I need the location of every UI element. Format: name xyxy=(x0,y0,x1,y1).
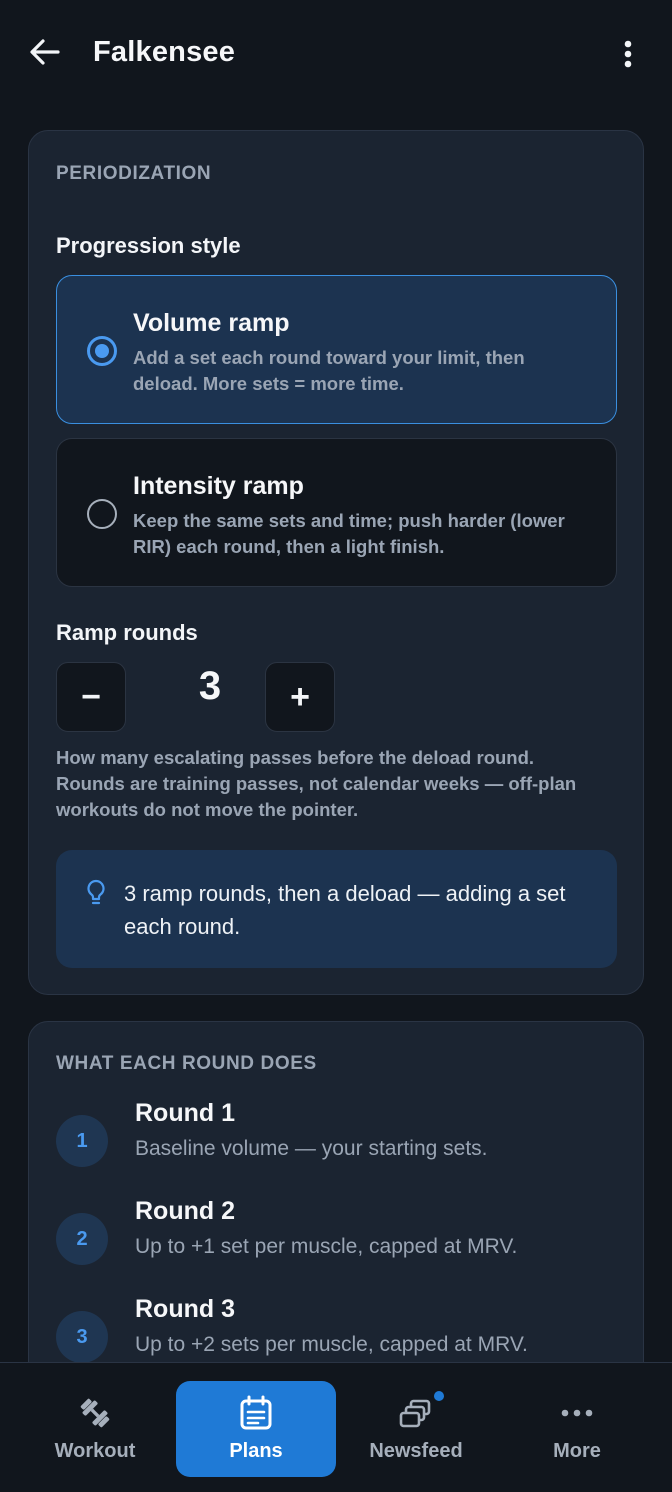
more-vertical-icon xyxy=(624,40,632,68)
nav-item-plans[interactable]: Plans xyxy=(176,1381,336,1477)
nav-item-more[interactable]: More xyxy=(497,1381,657,1477)
round-description: Up to +2 sets per muscle, capped at MRV. xyxy=(135,1333,528,1356)
nav-label: Newsfeed xyxy=(369,1440,463,1462)
round-title: Round 2 xyxy=(135,1197,235,1225)
page-title: Falkensee xyxy=(93,36,236,68)
notification-badge xyxy=(432,1389,446,1403)
decrement-button[interactable]: − xyxy=(56,662,126,732)
increment-button[interactable]: + xyxy=(265,662,335,732)
round-number-badge: 1 xyxy=(56,1115,108,1167)
ramp-rounds-help-text: How many escalating passes before the de… xyxy=(56,747,577,820)
round-title: Round 3 xyxy=(135,1295,235,1323)
app-header: Falkensee xyxy=(0,0,672,106)
round-item: 2 Round 2 Up to +1 set per muscle, cappe… xyxy=(56,1197,616,1303)
nav-label: Workout xyxy=(54,1440,136,1462)
layers-icon xyxy=(399,1399,431,1428)
option-intensity-ramp[interactable]: Intensity ramp Keep the same sets and ti… xyxy=(56,438,617,587)
option-description: Add a set each round toward your limit, … xyxy=(133,347,525,394)
periodization-card: PERIODIZATION Progression style Volume r… xyxy=(28,130,644,995)
option-title: Intensity ramp xyxy=(133,472,304,500)
nav-label: Plans xyxy=(229,1440,283,1462)
option-description: Keep the same sets and time; push harder… xyxy=(133,510,565,557)
round-number-badge: 2 xyxy=(56,1213,108,1265)
overflow-menu-button[interactable] xyxy=(610,34,646,74)
ramp-rounds-label: Ramp rounds xyxy=(56,620,198,645)
lightbulb-icon xyxy=(87,879,105,905)
section-label-periodization: PERIODIZATION xyxy=(56,163,212,184)
round-number-badge: 3 xyxy=(56,1311,108,1363)
ramp-rounds-value: 3 xyxy=(198,664,222,708)
option-volume-ramp[interactable]: Volume ramp Add a set each round toward … xyxy=(56,275,617,424)
bottom-navigation: Workout Plans Newsfeed More xyxy=(0,1362,672,1492)
section-label-rounds: WHAT EACH ROUND DOES xyxy=(56,1053,317,1074)
plus-icon: + xyxy=(290,678,310,716)
tip-text: 3 ramp rounds, then a deload — adding a … xyxy=(124,881,566,939)
round-description: Up to +1 set per muscle, capped at MRV. xyxy=(135,1235,518,1258)
option-title: Volume ramp xyxy=(133,309,290,337)
round-title: Round 1 xyxy=(135,1099,235,1127)
minus-icon: − xyxy=(81,678,101,716)
dumbbell-icon xyxy=(80,1398,110,1428)
progression-style-label: Progression style xyxy=(56,233,241,258)
more-horizontal-icon xyxy=(561,1409,593,1417)
nav-item-newsfeed[interactable]: Newsfeed xyxy=(336,1381,496,1477)
calendar-icon xyxy=(240,1395,272,1430)
back-button[interactable] xyxy=(26,32,64,72)
radio-selected[interactable] xyxy=(87,336,117,366)
plan-settings-screen: Falkensee PERIODIZATION Progression styl… xyxy=(0,0,672,1492)
round-item: 1 Round 1 Baseline volume — your startin… xyxy=(56,1099,616,1205)
nav-item-workout[interactable]: Workout xyxy=(15,1381,175,1477)
nav-label: More xyxy=(553,1440,601,1462)
round-description: Baseline volume — your starting sets. xyxy=(135,1137,488,1160)
summary-tip: 3 ramp rounds, then a deload — adding a … xyxy=(56,850,617,968)
arrow-left-icon xyxy=(30,39,60,65)
radio-unselected[interactable] xyxy=(87,499,117,529)
